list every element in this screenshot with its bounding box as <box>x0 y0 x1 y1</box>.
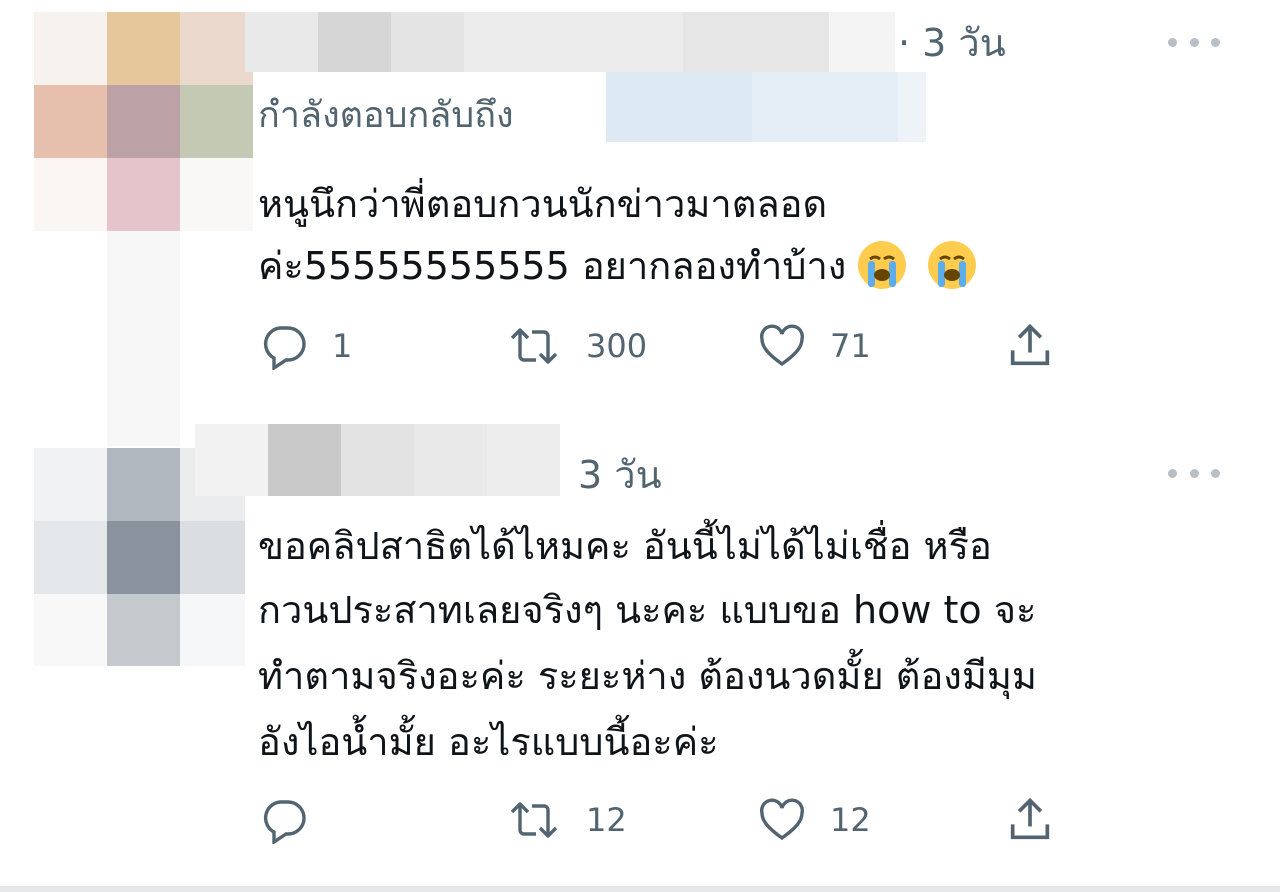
replying-to-handle-blurred[interactable] <box>606 72 926 142</box>
heart-icon <box>760 798 804 841</box>
more-options-icon[interactable] <box>1168 465 1220 481</box>
loudly-crying-face-icon <box>928 240 977 289</box>
tweet-text-line: ขอคลิปสาธิตได้ไหมคะ อันนี้ไม่ได้ไม่เชื่อ… <box>258 524 992 568</box>
reply-button[interactable]: 1 <box>260 322 352 370</box>
reply-icon <box>263 326 306 370</box>
retweet-count: 300 <box>586 327 648 365</box>
more-options-icon[interactable] <box>1168 34 1220 50</box>
like-count: 71 <box>830 327 871 365</box>
loudly-crying-face-icon <box>858 240 907 289</box>
tweet-text-line: ค่ะ55555555555 อยากลองทำบ้าง <box>258 238 978 295</box>
reply-button[interactable] <box>260 796 332 844</box>
tweet-time[interactable]: · 3 วัน <box>898 24 1006 62</box>
tweet-text-line: กวนประสาทเลยจริงๆ นะคะ แบบขอ how to จะ <box>258 588 1037 632</box>
tweet-text-line: อังไอน้ำมั้ย อะไรแบบนี้อะค่ะ <box>258 720 719 764</box>
like-button[interactable]: 12 <box>758 796 871 844</box>
share-icon <box>1010 797 1050 840</box>
retweet-button[interactable]: 300 <box>506 322 647 370</box>
like-button[interactable]: 71 <box>758 322 871 370</box>
tweet-text-line: ทำตามจริงอะค่ะ ระยะห่าง ต้องนวดมั้ย ต้อง… <box>258 654 1037 698</box>
tweet-text-line: หนูนึกว่าพี่ตอบกวนนักข่าวมาตลอด <box>258 182 828 226</box>
display-name-blurred[interactable] <box>195 424 560 496</box>
tweet-time[interactable]: 3 วัน <box>578 456 662 494</box>
like-count: 12 <box>830 801 871 839</box>
tweet-text-line-content: ค่ะ55555555555 อยากลองทำบ้าง <box>258 244 847 288</box>
thread-line <box>107 231 180 446</box>
retweet-icon <box>510 328 558 364</box>
retweet-icon <box>510 802 558 838</box>
reply-icon <box>263 800 306 844</box>
heart-icon <box>760 324 804 367</box>
avatar[interactable] <box>34 12 253 231</box>
retweet-button[interactable]: 12 <box>506 796 627 844</box>
share-icon <box>1010 323 1050 366</box>
bottom-divider <box>0 886 1280 892</box>
display-name-blurred[interactable] <box>245 12 895 72</box>
replying-to-label: กำลังตอบกลับถึง <box>258 95 514 136</box>
reply-count: 1 <box>332 327 353 365</box>
retweet-count: 12 <box>586 801 627 839</box>
share-button[interactable] <box>1004 320 1056 372</box>
share-button[interactable] <box>1004 794 1056 846</box>
